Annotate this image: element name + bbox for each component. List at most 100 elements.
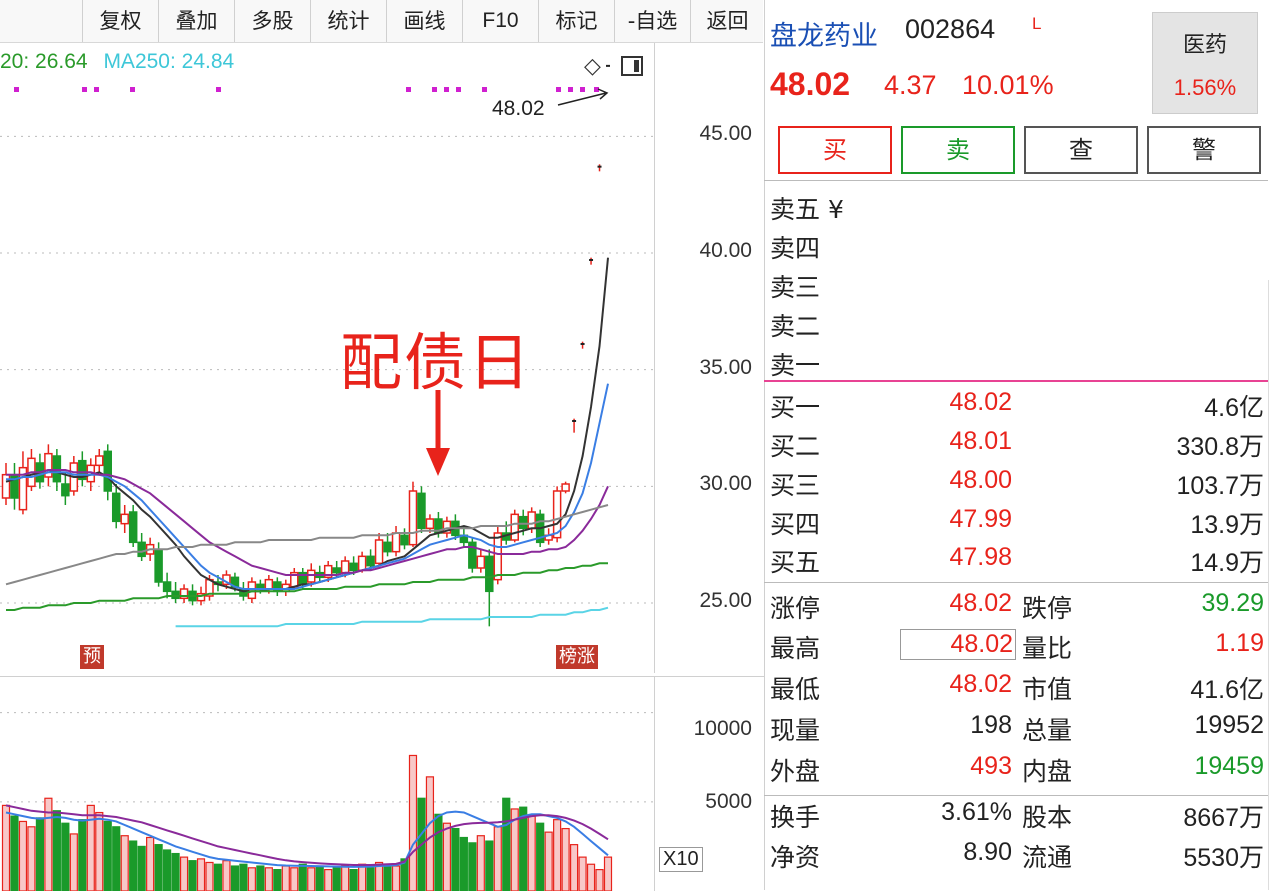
stat-label: 现量 <box>770 711 820 747</box>
volume-bar <box>426 777 433 891</box>
volume-bar <box>469 843 476 891</box>
buy-level-price[interactable]: 47.98 <box>900 543 1012 572</box>
volume-bar <box>223 861 230 891</box>
volume-bar <box>435 814 442 891</box>
divider <box>764 795 1268 796</box>
volume-bar <box>291 868 298 891</box>
latest-price-label: 48.02 <box>492 97 545 120</box>
moving-average-line <box>6 384 608 589</box>
toolbar-stats-button[interactable]: 统计 <box>310 0 386 42</box>
sell-level-2: 卖二 <box>770 307 820 343</box>
stat-label: 外盘 <box>770 752 820 788</box>
stat-value: 198 <box>900 711 1012 740</box>
candlestick-chart[interactable]: 48.02 <box>0 43 654 673</box>
candle-body <box>172 591 179 598</box>
volume-bar <box>596 870 603 891</box>
toolbar-draw-line-button[interactable]: 画线 <box>386 0 462 42</box>
candle-body <box>333 568 340 573</box>
volume-bar <box>579 857 586 891</box>
volume-bar <box>274 870 281 891</box>
volume-bar <box>28 827 35 891</box>
volume-bar <box>155 845 162 891</box>
price-tick-label: 35.00 <box>699 356 752 380</box>
candle-body <box>511 514 518 540</box>
buy-level-price[interactable]: 48.00 <box>900 466 1012 495</box>
volume-bar <box>121 836 128 891</box>
volume-bar <box>87 805 94 891</box>
volume-bar <box>562 829 569 891</box>
sell-button[interactable]: 卖 <box>901 126 1015 174</box>
buy-level-volume: 14.9万 <box>1110 543 1264 579</box>
volume-chart[interactable] <box>0 676 654 891</box>
volume-bar <box>316 866 323 891</box>
volume-bar <box>545 832 552 891</box>
toolbar-f10-button[interactable]: F10 <box>462 0 538 42</box>
signal-dot <box>556 87 561 92</box>
toolbar-remove-watchlist-button[interactable]: -自选 <box>614 0 690 42</box>
stock-flag: L <box>1032 14 1041 34</box>
candle-body <box>138 542 145 556</box>
volume-bar <box>79 820 86 891</box>
stat-value: 8.90 <box>900 838 1012 867</box>
volume-bar <box>11 816 18 891</box>
volume-bar <box>359 864 366 891</box>
volume-bar <box>70 834 77 891</box>
candle-body <box>520 517 527 529</box>
stat-label: 最低 <box>770 670 820 706</box>
current-price: 48.02 <box>770 66 850 103</box>
stock-name[interactable]: 盘龙药业 <box>770 14 878 53</box>
edge-strip <box>1268 280 1282 890</box>
stat-label: 净资 <box>770 838 820 874</box>
candle-body <box>104 451 111 491</box>
volume-bar <box>147 838 154 891</box>
price-tick-label: 30.00 <box>699 472 752 496</box>
query-button[interactable]: 查 <box>1024 126 1138 174</box>
signal-dot <box>482 87 487 92</box>
signal-dot <box>444 87 449 92</box>
volume-bar <box>605 857 612 891</box>
stat-label: 涨停 <box>770 589 820 625</box>
stat-value: 1.19 <box>1110 629 1264 658</box>
toolbar-multi-stock-button[interactable]: 多股 <box>234 0 310 42</box>
candle-body <box>308 570 315 582</box>
volume-bar <box>206 862 213 891</box>
volume-bar <box>571 845 578 891</box>
stat-label: 总量 <box>1022 711 1072 747</box>
stat-label: 流通 <box>1022 838 1072 874</box>
signal-dot <box>14 87 19 92</box>
volume-bar <box>257 866 264 891</box>
sell-level-3: 卖三 <box>770 268 820 304</box>
candle-body <box>494 533 501 580</box>
top-list-badge: 榜涨 <box>556 645 598 669</box>
toolbar-mark-button[interactable]: 标记 <box>538 0 614 42</box>
buy-level-price[interactable]: 47.99 <box>900 505 1012 534</box>
candle-body <box>477 556 484 568</box>
price-tick-label: 45.00 <box>699 122 752 146</box>
volume-bar <box>62 823 69 891</box>
sector-box[interactable]: 医药 1.56% <box>1152 12 1258 114</box>
sector-name: 医药 <box>1153 27 1257 59</box>
buy-level-volume: 330.8万 <box>1110 427 1264 463</box>
volume-scale-label: X10 <box>659 847 703 872</box>
signal-dot <box>216 87 221 92</box>
candle-body <box>528 512 535 528</box>
toolbar-back-button[interactable]: 返回 <box>690 0 764 42</box>
volume-bar <box>503 798 510 891</box>
volume-bar <box>189 861 196 891</box>
volume-bar <box>130 841 137 891</box>
buy-level-volume: 4.6亿 <box>1110 388 1264 424</box>
signal-dot <box>432 87 437 92</box>
volume-bar <box>537 823 544 891</box>
buy-button[interactable]: 买 <box>778 126 892 174</box>
volume-bar <box>477 836 484 891</box>
candle-body <box>53 456 60 482</box>
annotation-arrow-icon <box>420 388 456 480</box>
toolbar-overlay-button[interactable]: 叠加 <box>158 0 234 42</box>
buy-level-price[interactable]: 48.02 <box>900 388 1012 417</box>
alert-button[interactable]: 警 <box>1147 126 1261 174</box>
toolbar-adjust-button[interactable]: 复权 <box>82 0 158 42</box>
chart-toolbar: 复权 叠加 多股 统计 画线 F10 标记 -自选 返回 <box>0 0 763 43</box>
divider <box>764 180 1268 181</box>
buy-level-price[interactable]: 48.01 <box>900 427 1012 456</box>
stat-value: 5530万 <box>1110 838 1264 874</box>
